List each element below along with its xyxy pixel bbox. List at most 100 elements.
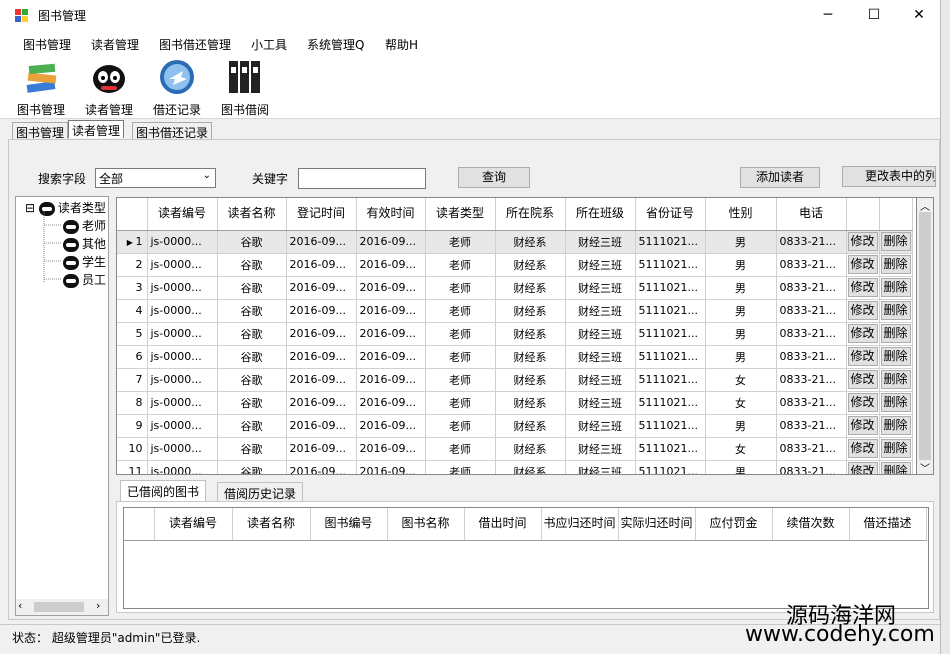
column-header[interactable]: 读者名称 <box>232 508 311 541</box>
table-row[interactable]: 9 js-0000... 谷歌 2016-09... 2016-09... 老师 财经系 财经… <box>117 414 913 438</box>
delete-cell[interactable]: 删除 <box>879 345 913 369</box>
column-header[interactable]: 借还描述 <box>849 508 927 541</box>
toolbar-reader-management-button[interactable]: 读者管理 <box>77 57 141 117</box>
edit-cell[interactable]: 修改 <box>846 391 880 415</box>
column-header[interactable]: 登记时间 <box>286 198 357 231</box>
edit-cell[interactable]: 修改 <box>846 253 880 277</box>
delete-button[interactable]: 删除 <box>880 439 911 458</box>
delete-cell[interactable]: 删除 <box>879 230 913 254</box>
delete-button[interactable]: 删除 <box>880 324 911 343</box>
maximize-button[interactable]: ☐ <box>851 0 897 30</box>
close-button[interactable]: ✕ <box>896 0 942 30</box>
edit-cell[interactable]: 修改 <box>846 345 880 369</box>
tree-item-staff[interactable]: 员工 <box>63 271 106 289</box>
edit-button[interactable]: 修改 <box>847 370 878 389</box>
column-header[interactable]: 应付罚金 <box>695 508 773 541</box>
edit-cell[interactable]: 修改 <box>846 299 880 323</box>
tab-book-management[interactable]: 图书管理 <box>12 122 69 140</box>
scroll-down-icon[interactable]: ﹀ <box>920 460 930 475</box>
edit-cell[interactable]: 修改 <box>846 322 880 346</box>
toolbar-return-records-button[interactable]: 借还记录 <box>145 57 209 117</box>
edit-cell[interactable]: 修改 <box>846 414 880 438</box>
delete-button[interactable]: 删除 <box>880 462 911 474</box>
scroll-right-icon[interactable]: › <box>96 599 100 612</box>
delete-cell[interactable]: 删除 <box>879 368 913 392</box>
delete-button[interactable]: 删除 <box>880 370 911 389</box>
delete-cell[interactable]: 删除 <box>879 414 913 438</box>
table-row[interactable]: 2 js-0000... 谷歌 2016-09... 2016-09... 老师 财经系 财经… <box>117 253 913 277</box>
edit-button[interactable]: 修改 <box>847 439 878 458</box>
collapse-icon[interactable]: ⊟ <box>25 201 35 215</box>
column-header[interactable]: 图书编号 <box>310 508 388 541</box>
edit-button[interactable]: 修改 <box>847 324 878 343</box>
scroll-thumb[interactable] <box>34 602 84 612</box>
column-header[interactable]: 书应归还时间 <box>541 508 619 541</box>
delete-button[interactable]: 删除 <box>880 301 911 320</box>
column-header[interactable]: 读者名称 <box>217 198 287 231</box>
edit-button[interactable]: 修改 <box>847 301 878 320</box>
edit-cell[interactable]: 修改 <box>846 437 880 461</box>
column-header[interactable]: 借出时间 <box>464 508 542 541</box>
edit-button[interactable]: 修改 <box>847 232 878 251</box>
table-row[interactable]: 10 js-0000... 谷歌 2016-09... 2016-09... 老师 财经系财… <box>117 437 913 461</box>
column-header[interactable]: 读者编号 <box>147 198 218 231</box>
column-header[interactable] <box>846 198 880 231</box>
tab-borrow-history[interactable]: 借阅历史记录 <box>217 482 304 502</box>
menu-borrow-management[interactable]: 图书借还管理 <box>159 36 231 53</box>
column-header[interactable]: 实际归还时间 <box>618 508 696 541</box>
table-row[interactable]: 8 js-0000... 谷歌 2016-09... 2016-09... 老师 财经系 财经… <box>117 391 913 415</box>
column-header[interactable]: 有效时间 <box>356 198 426 231</box>
tab-reader-management[interactable]: 读者管理 <box>68 120 125 138</box>
menu-help[interactable]: 帮助H <box>385 36 418 53</box>
column-header[interactable]: 读者类型 <box>425 198 496 231</box>
delete-cell[interactable]: 删除 <box>879 322 913 346</box>
column-header[interactable]: 读者编号 <box>154 508 233 541</box>
table-row[interactable]: 5 js-0000... 谷歌 2016-09... 2016-09... 老师 财经系 财经… <box>117 322 913 346</box>
delete-button[interactable]: 删除 <box>880 278 911 297</box>
change-columns-button[interactable]: 更改表中的列 <box>842 166 936 187</box>
scroll-up-icon[interactable]: ︿ <box>920 198 930 213</box>
search-field-select[interactable]: 全部 ⌄ <box>95 168 216 188</box>
table-row[interactable]: 4 js-0000... 谷歌 2016-09... 2016-09... 老师 财经系 财经… <box>117 299 913 323</box>
edit-button[interactable]: 修改 <box>847 393 878 412</box>
column-header[interactable]: 所在院系 <box>495 198 566 231</box>
query-button[interactable]: 查询 <box>458 167 530 188</box>
delete-button[interactable]: 删除 <box>880 232 911 251</box>
menu-reader-management[interactable]: 读者管理 <box>91 36 139 53</box>
column-header[interactable]: 图书名称 <box>387 508 465 541</box>
delete-cell[interactable]: 删除 <box>879 437 913 461</box>
tree-horizontal-scrollbar[interactable]: ‹ › <box>16 599 108 615</box>
table-row[interactable]: 3 js-0000... 谷歌 2016-09... 2016-09... 老师 财经系 财经… <box>117 276 913 300</box>
edit-button[interactable]: 修改 <box>847 416 878 435</box>
delete-cell[interactable]: 删除 <box>879 253 913 277</box>
delete-cell[interactable]: 删除 <box>879 276 913 300</box>
column-header[interactable]: 省份证号 <box>635 198 706 231</box>
edit-button[interactable]: 修改 <box>847 255 878 274</box>
edit-cell[interactable]: 修改 <box>846 230 880 254</box>
edit-button[interactable]: 修改 <box>847 278 878 297</box>
table-row[interactable]: 7 js-0000... 谷歌 2016-09... 2016-09... 老师 财经系 财经… <box>117 368 913 392</box>
menu-system[interactable]: 系统管理Q <box>307 36 364 53</box>
tree-item-teacher[interactable]: 老师 <box>63 217 106 235</box>
delete-button[interactable]: 删除 <box>880 416 911 435</box>
grid-vertical-scrollbar[interactable]: ︿ ﹀ <box>917 197 934 475</box>
keyword-input[interactable] <box>298 168 426 189</box>
edit-cell[interactable]: 修改 <box>846 368 880 392</box>
column-header[interactable]: 续借次数 <box>772 508 850 541</box>
column-header[interactable]: 性别 <box>705 198 777 231</box>
scroll-left-icon[interactable]: ‹ <box>18 599 22 612</box>
delete-button[interactable]: 删除 <box>880 347 911 366</box>
add-reader-button[interactable]: 添加读者 <box>740 167 820 188</box>
toolbar-book-management-button[interactable]: 图书管理 <box>9 57 73 117</box>
minimize-button[interactable]: ─ <box>805 0 851 30</box>
edit-button[interactable]: 修改 <box>847 462 878 474</box>
toolbar-book-borrow-button[interactable]: 图书借阅 <box>213 57 277 117</box>
column-header[interactable]: 电话 <box>776 198 847 231</box>
edit-cell[interactable]: 修改 <box>846 460 880 474</box>
scroll-thumb[interactable] <box>919 212 931 460</box>
table-row[interactable]: ▶ 1 js-0000... 谷歌 2016-09... 2016-09... 老师 财经系… <box>117 230 913 254</box>
delete-button[interactable]: 删除 <box>880 393 911 412</box>
menu-tools[interactable]: 小工具 <box>251 36 287 53</box>
delete-cell[interactable]: 删除 <box>879 299 913 323</box>
column-header[interactable] <box>879 198 913 231</box>
